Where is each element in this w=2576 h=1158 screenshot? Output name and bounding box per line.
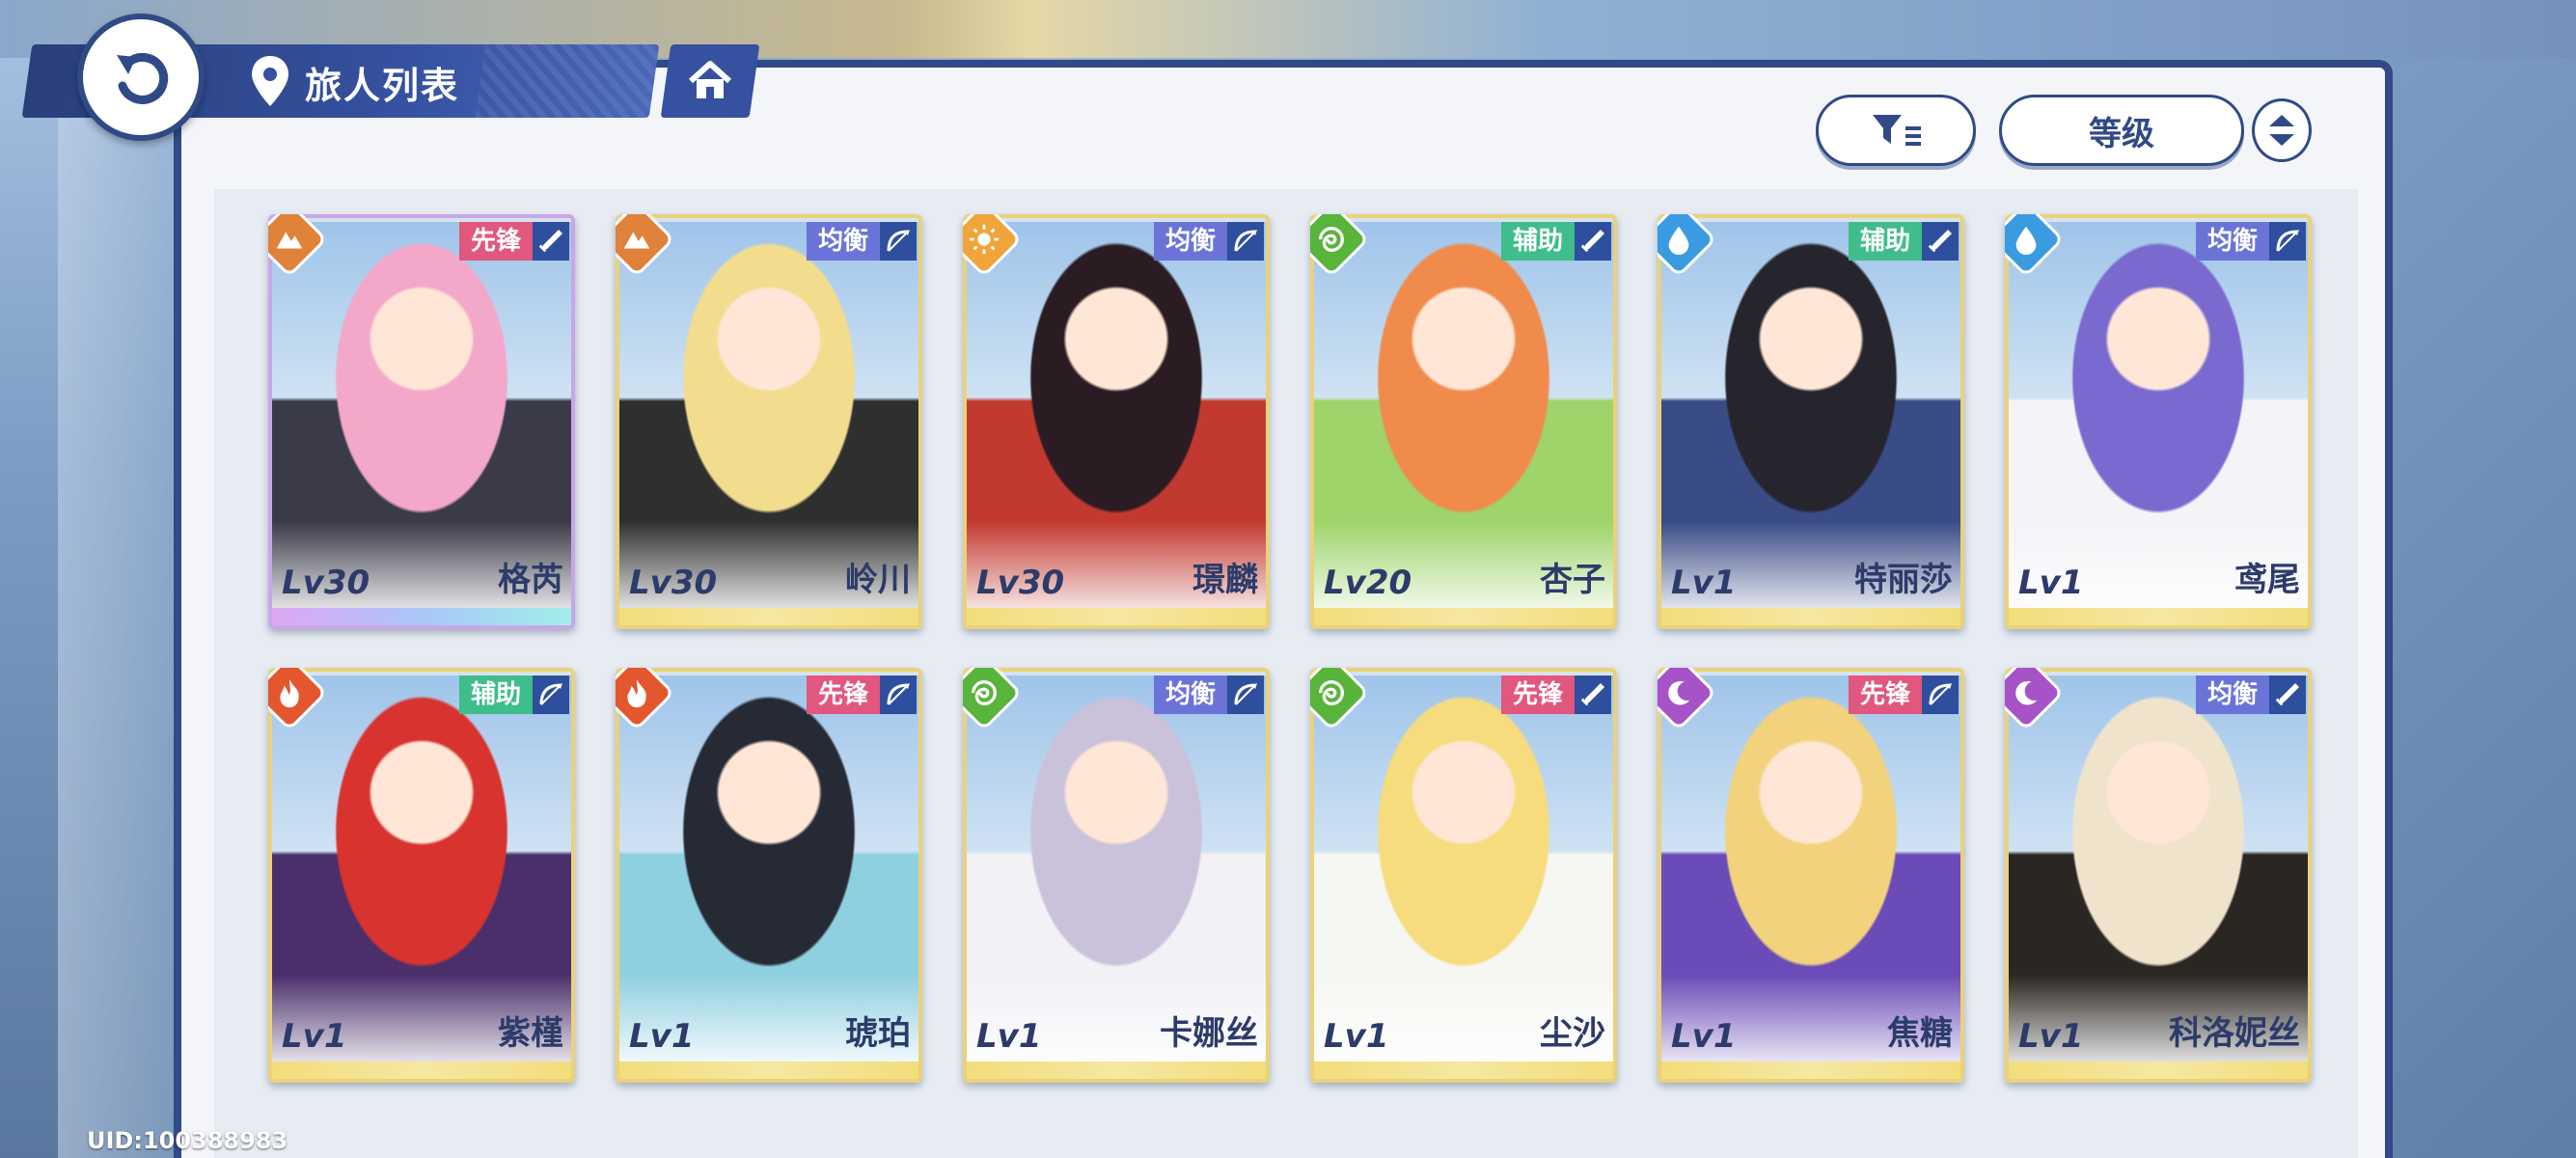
- rarity-bar: [2005, 608, 2312, 629]
- character-card[interactable]: 均衡 Lv30 璟麟: [963, 214, 1270, 629]
- character-card[interactable]: 均衡 Lv30 岭川: [616, 214, 922, 629]
- page-title: 旅人列表: [305, 65, 460, 107]
- character-level: Lv1: [2018, 1017, 2084, 1056]
- bow-icon: [880, 676, 917, 714]
- character-name: 鸢尾: [2234, 561, 2300, 599]
- rarity-bar: [2005, 1062, 2312, 1083]
- sort-order-icon: [2269, 115, 2294, 146]
- filter-icon: [1873, 115, 1921, 146]
- role-badge: 辅助: [458, 676, 533, 714]
- character-card[interactable]: 先锋 Lv30 格芮: [268, 214, 575, 629]
- sword-icon: [2269, 676, 2306, 714]
- character-level: Lv1: [2018, 564, 2084, 602]
- character-level: Lv1: [1671, 1017, 1737, 1056]
- sword-icon: [1922, 222, 1959, 261]
- character-name: 格芮: [498, 561, 563, 599]
- character-name: 杏子: [1540, 561, 1605, 599]
- character-card[interactable]: 均衡 Lv1 科洛妮丝: [2005, 668, 2312, 1083]
- rarity-bar: [1310, 608, 1617, 629]
- location-pin-icon: [252, 56, 288, 106]
- role-badge: 先锋: [458, 222, 533, 261]
- character-level: Lv1: [1671, 564, 1737, 602]
- character-name: 焦糖: [1887, 1014, 1953, 1053]
- role-badge: 均衡: [2195, 222, 2269, 261]
- role-badge: 辅助: [1848, 222, 1922, 261]
- rarity-bar: [616, 608, 922, 629]
- character-name: 卡娜丝: [1160, 1014, 1258, 1053]
- role-badge: 辅助: [1500, 222, 1575, 261]
- sword-icon: [533, 222, 569, 261]
- rarity-bar: [268, 1062, 575, 1083]
- role-badge: 先锋: [1500, 676, 1575, 714]
- bow-icon: [1227, 222, 1264, 261]
- character-level: Lv30: [282, 564, 370, 602]
- character-card[interactable]: 均衡 Lv1 卡娜丝: [963, 668, 1270, 1083]
- character-level: Lv1: [629, 1017, 695, 1056]
- home-icon: [688, 61, 732, 98]
- character-level: Lv30: [629, 564, 718, 602]
- back-button[interactable]: [77, 14, 205, 141]
- character-card[interactable]: 先锋 Lv1 琥珀: [616, 668, 922, 1083]
- bow-icon: [880, 222, 917, 261]
- character-card[interactable]: 先锋 Lv1 尘沙: [1310, 668, 1617, 1083]
- character-name: 科洛妮丝: [2169, 1014, 2300, 1053]
- character-grid: 先锋 Lv30 格芮 均衡 Lv30 岭川 均衡 Lv30 璟麟 辅助 Lv20 杏子 辅助 Lv1 特丽莎…: [268, 214, 2314, 1083]
- role-badge: 均衡: [1153, 676, 1227, 714]
- character-level: Lv30: [976, 564, 1065, 602]
- rarity-bar: [1310, 1062, 1617, 1083]
- role-badge: 均衡: [2195, 676, 2269, 714]
- background-pillar: [58, 106, 174, 1158]
- character-name: 特丽莎: [1854, 561, 1953, 599]
- character-level: Lv1: [1324, 1017, 1389, 1056]
- rarity-bar: [963, 608, 1270, 629]
- sort-order-toggle[interactable]: [2252, 98, 2312, 162]
- bow-icon: [1227, 676, 1264, 714]
- filter-button[interactable]: [1816, 95, 1976, 166]
- back-arrow-icon: [117, 52, 169, 104]
- character-card[interactable]: 辅助 Lv1 特丽莎: [1658, 214, 1964, 629]
- role-badge: 均衡: [1153, 222, 1227, 261]
- character-card[interactable]: 辅助 Lv20 杏子: [1310, 214, 1617, 629]
- rarity-bar: [1658, 1062, 1964, 1083]
- character-name: 璟麟: [1192, 561, 1258, 599]
- rarity-bar: [616, 1062, 922, 1083]
- character-level: Lv1: [976, 1017, 1042, 1056]
- character-level: Lv20: [1324, 564, 1412, 602]
- character-card[interactable]: 均衡 Lv1 鸢尾: [2005, 214, 2312, 629]
- sword-icon: [1575, 222, 1611, 261]
- role-badge: 先锋: [1848, 676, 1922, 714]
- sort-button[interactable]: 等级: [1999, 95, 2244, 166]
- rarity-bar: [963, 1062, 1270, 1083]
- character-name: 紫槿: [498, 1014, 563, 1053]
- role-badge: 均衡: [806, 222, 880, 261]
- sword-icon: [1575, 676, 1611, 714]
- character-card[interactable]: 辅助 Lv1 紫槿: [268, 668, 575, 1083]
- rarity-bar: [268, 608, 575, 629]
- character-card[interactable]: 先锋 Lv1 焦糖: [1658, 668, 1964, 1083]
- role-badge: 先锋: [806, 676, 880, 714]
- home-button[interactable]: [660, 44, 760, 118]
- character-name: 琥珀: [845, 1014, 911, 1053]
- bow-icon: [2269, 222, 2306, 261]
- character-level: Lv1: [282, 1017, 347, 1056]
- bow-icon: [533, 676, 569, 714]
- character-name: 岭川: [845, 561, 911, 599]
- rarity-bar: [1658, 608, 1964, 629]
- bow-icon: [1922, 676, 1959, 714]
- uid-label: UID:100388983: [87, 1127, 288, 1154]
- character-name: 尘沙: [1540, 1014, 1605, 1053]
